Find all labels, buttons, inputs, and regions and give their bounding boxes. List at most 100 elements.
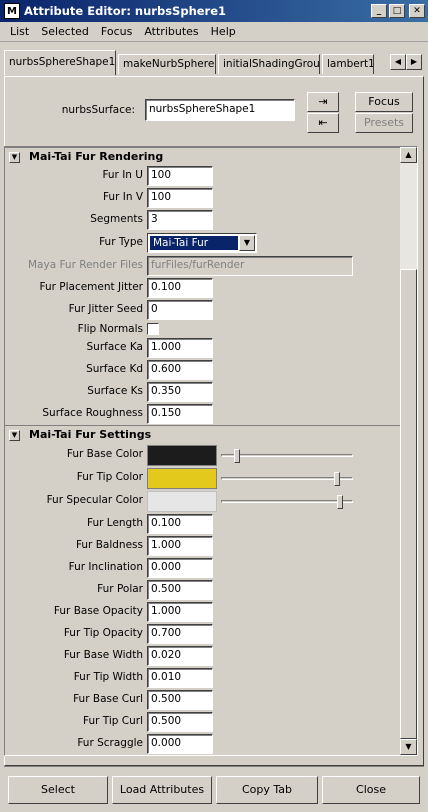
tip-color-slider[interactable]	[221, 472, 353, 486]
row-specular-color: Fur Specular Color	[5, 490, 401, 512]
segments-field[interactable]: 3	[147, 210, 213, 230]
tip-curl-field[interactable]: 0.500	[147, 712, 213, 732]
tab-makeNurbSphere1[interactable]: makeNurbSphere1	[118, 54, 216, 74]
menu-attributes[interactable]: Attributes	[138, 25, 204, 38]
fur-in-v-field[interactable]: 100	[147, 188, 213, 208]
select-button[interactable]: Select	[8, 776, 108, 804]
fur-baldness-field[interactable]: 1.000	[147, 536, 213, 556]
jitter-seed-field[interactable]: 0	[147, 300, 213, 320]
fur-type-label: Fur Type	[99, 236, 143, 248]
scroll-down-icon[interactable]: ▼	[400, 739, 417, 755]
surface-kd-field[interactable]: 0.600	[147, 360, 213, 380]
minimize-icon[interactable]: _	[371, 4, 387, 18]
surface-ks-field[interactable]: 0.350	[147, 382, 213, 402]
focus-button[interactable]: Focus	[355, 92, 413, 112]
presets-button[interactable]: Presets	[355, 113, 413, 133]
base-color-slider[interactable]	[221, 449, 353, 463]
fur-in-u-field[interactable]: 100	[147, 166, 213, 186]
tip-color-swatch[interactable]	[147, 468, 217, 489]
row-fur-inclination: Fur Inclination 0.000	[5, 557, 401, 579]
row-fur-length: Fur Length 0.100	[5, 513, 401, 535]
base-color-label: Fur Base Color	[66, 448, 143, 460]
menu-help[interactable]: Help	[205, 25, 242, 38]
tip-opacity-label: Fur Tip Opacity	[63, 627, 143, 639]
section-settings-header[interactable]: ▼ Mai-Tai Fur Settings	[5, 425, 401, 443]
collapse-arrow-icon[interactable]: ▼	[9, 152, 20, 163]
row-base-width: Fur Base Width 0.020	[5, 645, 401, 667]
row-base-color: Fur Base Color	[5, 444, 401, 466]
tab-scroll-left-icon[interactable]: ◀	[390, 54, 406, 70]
row-fur-in-v: Fur In V 100	[5, 187, 401, 209]
menu-list[interactable]: List	[4, 25, 35, 38]
row-render-files: Maya Fur Render Files furFiles/furRender	[5, 255, 401, 277]
row-surface-ks: Surface Ks 0.350	[5, 381, 401, 403]
vertical-scrollbar[interactable]: ▲ ▼	[400, 147, 417, 755]
maximize-icon[interactable]: □	[389, 4, 405, 18]
collapse-arrow-icon[interactable]: ▼	[9, 430, 20, 441]
fur-in-u-label: Fur In U	[102, 169, 143, 181]
segments-label: Segments	[90, 213, 143, 225]
fur-type-dropdown[interactable]: Mai-Tai Fur ▼	[147, 233, 257, 253]
tab-lambert1[interactable]: lambert1	[322, 54, 374, 74]
specular-color-swatch[interactable]	[147, 491, 217, 512]
slider-knob[interactable]	[337, 495, 344, 509]
section-rendering-header[interactable]: ▼ Mai-Tai Fur Rendering	[5, 147, 401, 165]
slider-knob[interactable]	[333, 472, 340, 486]
base-curl-label: Fur Base Curl	[73, 693, 143, 705]
tip-opacity-field[interactable]: 0.700	[147, 624, 213, 644]
fur-length-label: Fur Length	[87, 517, 143, 529]
surface-ka-label: Surface Ka	[86, 341, 143, 353]
fur-polar-field[interactable]: 0.500	[147, 580, 213, 600]
input-connection-icon[interactable]: ⇥	[307, 92, 339, 112]
tip-width-label: Fur Tip Width	[73, 671, 143, 683]
base-opacity-field[interactable]: 1.000	[147, 602, 213, 622]
copy-tab-button[interactable]: Copy Tab	[216, 776, 318, 804]
menu-selected[interactable]: Selected	[35, 25, 95, 38]
placement-jitter-field[interactable]: 0.100	[147, 278, 213, 298]
attribute-scroll-area[interactable]: ▼ Mai-Tai Fur Rendering Fur In U 100 Fur…	[4, 146, 418, 756]
base-width-field[interactable]: 0.020	[147, 646, 213, 666]
fur-inclination-label: Fur Inclination	[68, 561, 143, 573]
close-button[interactable]: Close	[322, 776, 420, 804]
chevron-down-icon[interactable]: ▼	[239, 235, 255, 251]
row-tip-color: Fur Tip Color	[5, 467, 401, 489]
node-row: nurbsSurface: nurbsSphereShape1 ⇥ ⇤ Focu…	[5, 77, 423, 135]
fur-in-v-label: Fur In V	[102, 191, 143, 203]
scroll-up-icon[interactable]: ▲	[400, 147, 417, 163]
fur-inclination-field[interactable]: 0.000	[147, 558, 213, 578]
scraggle-field[interactable]: 0.000	[147, 734, 213, 754]
base-color-swatch[interactable]	[147, 445, 217, 466]
row-surface-ka: Surface Ka 1.000	[5, 337, 401, 359]
tab-initialShadingGroup[interactable]: initialShadingGroup	[218, 54, 320, 74]
base-curl-field[interactable]: 0.500	[147, 690, 213, 710]
tab-nurbsSphereShape1[interactable]: nurbsSphereShape1	[4, 50, 116, 75]
close-icon[interactable]: ✕	[409, 4, 425, 18]
slider-knob[interactable]	[234, 449, 241, 463]
surface-roughness-label: Surface Roughness	[42, 407, 143, 419]
tip-width-field[interactable]: 0.010	[147, 668, 213, 688]
window-title: Attribute Editor: nurbsSphere1	[24, 4, 227, 18]
flip-normals-checkbox[interactable]	[147, 323, 159, 335]
node-name-field[interactable]: nurbsSphereShape1	[145, 99, 295, 121]
surface-ka-field[interactable]: 1.000	[147, 338, 213, 358]
tab-scroll-right-icon[interactable]: ▶	[406, 54, 422, 70]
row-fur-in-u: Fur In U 100	[5, 165, 401, 187]
scroll-thumb[interactable]	[400, 269, 417, 739]
row-placement-jitter: Fur Placement Jitter 0.100	[5, 277, 401, 299]
surface-kd-label: Surface Kd	[86, 363, 143, 375]
menu-bar: List Selected Focus Attributes Help	[0, 22, 428, 42]
placement-jitter-label: Fur Placement Jitter	[39, 281, 143, 293]
specular-color-slider[interactable]	[221, 495, 353, 509]
base-width-label: Fur Base Width	[63, 649, 143, 661]
load-attributes-button[interactable]: Load Attributes	[112, 776, 212, 804]
fur-length-field[interactable]: 0.100	[147, 514, 213, 534]
row-tip-curl: Fur Tip Curl 0.500	[5, 711, 401, 733]
menu-focus[interactable]: Focus	[95, 25, 138, 38]
row-jitter-seed: Fur Jitter Seed 0	[5, 299, 401, 321]
tip-curl-label: Fur Tip Curl	[82, 715, 143, 727]
row-scraggle: Fur Scraggle 0.000	[5, 733, 401, 755]
output-connection-icon[interactable]: ⇤	[307, 113, 339, 133]
row-fur-type: Fur Type Mai-Tai Fur ▼	[5, 232, 401, 254]
section-title: Mai-Tai Fur Rendering	[29, 150, 164, 163]
surface-roughness-field[interactable]: 0.150	[147, 404, 213, 424]
